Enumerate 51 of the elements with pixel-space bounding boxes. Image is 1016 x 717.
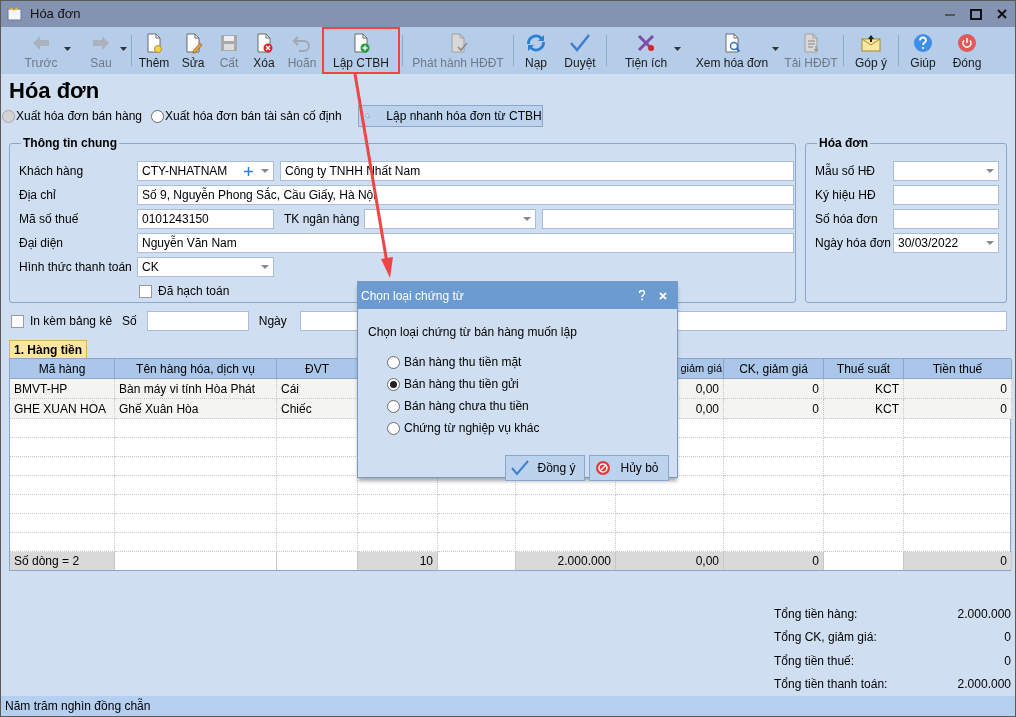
total-label: Tổng tiền hàng: <box>774 605 858 623</box>
table-cell: Cái <box>277 379 358 399</box>
column-header: Tên hàng hóa, dịch vụ <box>115 359 277 379</box>
total-label: Tổng tiền thuế: <box>774 652 855 670</box>
column-header: Tiền thuế <box>904 359 1012 379</box>
table-cell: 0 <box>904 399 1012 419</box>
table-cell: 2.000.000 <box>516 552 616 570</box>
table-cell: BMVT-HP <box>10 379 115 399</box>
column-header: Mã hàng <box>10 359 115 379</box>
group-title: Hóa đơn <box>818 135 870 152</box>
table-cell: Số dòng = 2 <box>10 552 115 570</box>
table-cell: 0 <box>724 552 824 570</box>
table-cell: 10 <box>358 552 438 570</box>
total-value: 2.000.000 <box>957 605 1011 623</box>
column-header: Thuế suất <box>824 359 904 379</box>
page-title: Hóa đơn <box>9 77 101 105</box>
table-cell: 0 <box>724 399 824 419</box>
field-label: Ký hiệu HĐ <box>815 187 877 204</box>
table-cell: 0 <box>904 552 1012 570</box>
dialog-prompt: Chọn loại chứng từ bán hàng muốn lập <box>368 324 578 341</box>
total-value: 2.000.000 <box>957 676 1011 694</box>
field-label: Địa chỉ <box>19 187 57 204</box>
table-cell: 0 <box>724 379 824 399</box>
table-cell: 0 <box>904 379 1012 399</box>
total-value: 0 <box>1004 629 1011 647</box>
group-title: Thông tin chung <box>22 135 118 152</box>
table-cell: GHE XUAN HOA <box>10 399 115 419</box>
column-header: ĐVT <box>277 359 358 379</box>
field-label: Ngày <box>258 313 287 330</box>
dialog-title: Chọn loại chứng từ <box>361 287 465 305</box>
field-label: Mã số thuế <box>19 211 80 228</box>
window-title: Hóa đơn <box>30 5 81 24</box>
field-label: Số hóa đơn <box>815 211 879 228</box>
table-cell: 0,00 <box>616 552 724 570</box>
column-header: CK, giảm giá <box>724 359 824 379</box>
table-cell: Ghế Xuân Hòa <box>115 399 277 419</box>
field-label: Hình thức thanh toán <box>19 259 133 276</box>
total-label: Tổng tiền thanh toán: <box>774 676 888 694</box>
table-cell: Chiếc <box>277 399 358 419</box>
field-label: Ngày hóa đơn <box>815 235 892 252</box>
field-label: TK ngân hàng <box>284 211 361 228</box>
field-label: Số <box>122 313 137 330</box>
table-cell: KCT <box>824 379 904 399</box>
table-cell: Bàn máy vi tính Hòa Phát <box>115 379 277 399</box>
amount-in-words: Năm trăm nghìn đồng chẵn <box>5 697 151 715</box>
field-label: Mẫu số HĐ <box>815 162 877 180</box>
field-label: Đại diện <box>19 235 65 252</box>
total-value: 0 <box>1004 652 1011 670</box>
total-label: Tổng CK, giảm giá: <box>774 629 877 647</box>
field-label: Khách hàng <box>19 163 85 180</box>
table-cell: KCT <box>824 399 904 419</box>
